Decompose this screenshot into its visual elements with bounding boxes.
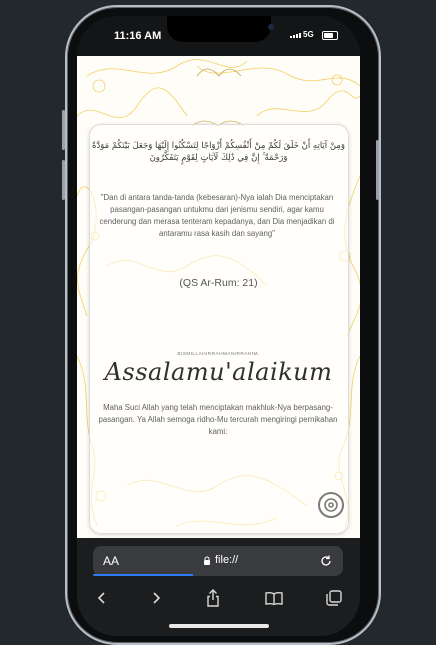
side-button-right <box>376 140 379 200</box>
text-size-button[interactable]: AA <box>103 554 119 568</box>
url-display[interactable]: file:// <box>203 554 238 566</box>
verse-translation: "Dan di antara tanda-tanda (kebesaran)-N… <box>99 193 335 238</box>
side-button-left <box>62 110 65 150</box>
share-icon[interactable] <box>201 586 225 610</box>
book-icon[interactable] <box>262 586 286 610</box>
notch <box>167 16 274 42</box>
bismillah-label: BISMILLAHIRRAHMANIRRAHIM, <box>177 352 260 357</box>
browser-toolbar <box>77 586 360 610</box>
battery-icon <box>322 31 338 40</box>
quran-verse-arabic: وَمِنْ آيَاتِهِ أَنْ خَلَقَ لَكُمْ مِنْ … <box>92 141 345 163</box>
webpage[interactable]: وَمِنْ آيَاتِهِ أَنْ خَلَقَ لَكُمْ مِنْ … <box>77 56 360 538</box>
tabs-icon[interactable] <box>322 586 346 610</box>
chevron-right-icon[interactable] <box>144 586 168 610</box>
screen: 11:16 AM 5G وَمِنْ آيَاتِهِ أَنْ خَلَقَ … <box>77 16 360 636</box>
url-text: file:// <box>215 554 239 566</box>
camera <box>268 24 274 30</box>
intro-text: Maha Suci Allah yang telah menciptakan m… <box>98 403 338 436</box>
lock-icon <box>204 556 210 565</box>
network-type: 5G <box>303 30 314 39</box>
signal-icon <box>290 33 301 38</box>
safari-bottom-bar: AA file:// <box>77 538 360 636</box>
address-bar[interactable]: AA file:// <box>93 546 343 576</box>
page-load-progress <box>93 574 193 576</box>
greeting-title: Assalamu'alaikum <box>104 358 333 386</box>
status-time: 11:16 AM <box>114 30 162 42</box>
music-disc-icon[interactable] <box>318 492 344 518</box>
verse-reference: (QS Ar-Rum: 21) <box>179 277 258 289</box>
side-button-left-2 <box>62 160 65 200</box>
status-bar: 11:16 AM 5G <box>77 16 360 56</box>
chevron-left-icon[interactable] <box>90 586 114 610</box>
home-indicator <box>169 624 269 628</box>
content-card <box>89 124 349 534</box>
reload-icon[interactable] <box>319 553 333 572</box>
